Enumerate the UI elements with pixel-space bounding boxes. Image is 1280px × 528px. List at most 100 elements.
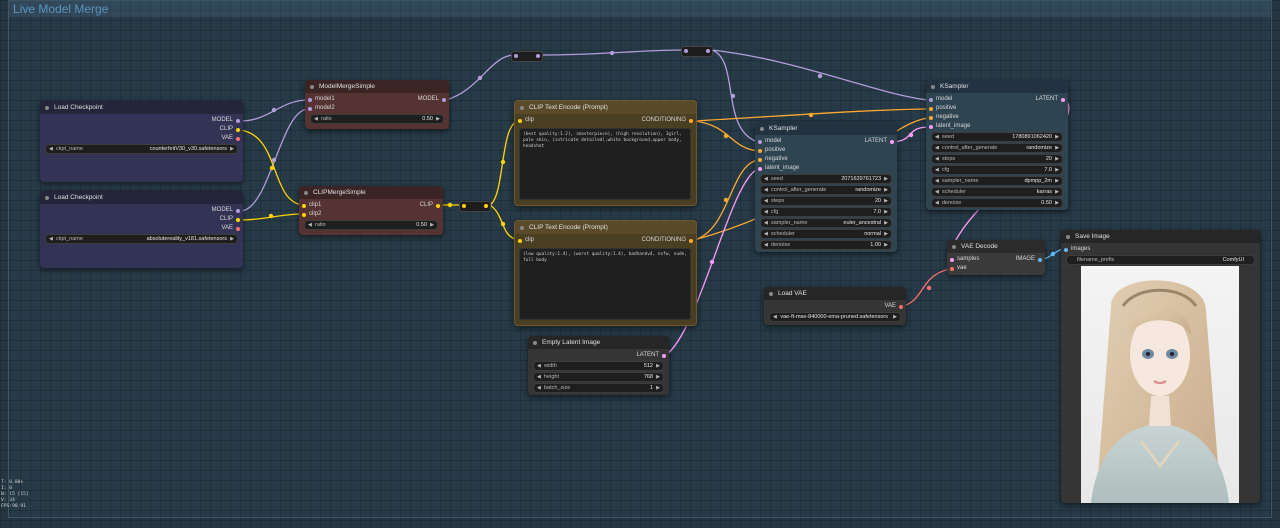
input-clip1[interactable]: clip1 bbox=[299, 201, 321, 210]
collapse-dot-icon[interactable] bbox=[520, 105, 524, 110]
increment-arrow-icon[interactable]: ▶ bbox=[893, 313, 897, 321]
input-pin[interactable] bbox=[518, 238, 522, 243]
decrement-arrow-icon[interactable]: ◀ bbox=[764, 208, 768, 216]
reroute-input-pin[interactable] bbox=[684, 49, 688, 53]
input-pin[interactable] bbox=[950, 257, 954, 262]
increment-arrow-icon[interactable]: ▶ bbox=[1055, 155, 1059, 163]
input-model1[interactable]: model1 bbox=[305, 95, 335, 104]
collapse-dot-icon[interactable] bbox=[520, 225, 524, 230]
decrement-arrow-icon[interactable]: ◀ bbox=[764, 219, 768, 227]
increment-arrow-icon[interactable]: ▶ bbox=[884, 230, 888, 238]
decrement-arrow-icon[interactable]: ◀ bbox=[935, 155, 939, 163]
input-pin[interactable] bbox=[518, 118, 522, 123]
increment-arrow-icon[interactable]: ▶ bbox=[884, 197, 888, 205]
reroute-output-pin[interactable] bbox=[706, 49, 710, 53]
output-conditioning[interactable]: CONDITIONING bbox=[642, 116, 696, 125]
output-pin[interactable] bbox=[442, 97, 446, 102]
reroute-node-model-2[interactable] bbox=[681, 46, 713, 57]
ratio-slider[interactable]: ◀ ratio 0.50 ▶ bbox=[304, 220, 438, 230]
output-pin[interactable] bbox=[436, 203, 440, 208]
output-pin[interactable] bbox=[689, 238, 693, 243]
decrement-arrow-icon[interactable]: ◀ bbox=[537, 373, 541, 381]
input-pin[interactable] bbox=[929, 97, 933, 102]
prompt-textarea[interactable]: (best quality:1.2), (masterpiece), (high… bbox=[519, 128, 691, 200]
collapse-dot-icon[interactable] bbox=[1066, 234, 1070, 239]
input-pin[interactable] bbox=[1064, 247, 1068, 252]
scheduler-widget[interactable]: ◀ scheduler normal ▶ bbox=[760, 229, 892, 239]
increment-arrow-icon[interactable]: ▶ bbox=[1055, 199, 1059, 207]
output-pin[interactable] bbox=[890, 139, 894, 144]
decrement-arrow-icon[interactable]: ◀ bbox=[935, 188, 939, 196]
output-pin[interactable] bbox=[236, 127, 240, 132]
decrement-arrow-icon[interactable]: ◀ bbox=[764, 175, 768, 183]
input-pin[interactable] bbox=[758, 157, 762, 162]
input-pin[interactable] bbox=[758, 139, 762, 144]
collapse-dot-icon[interactable] bbox=[533, 340, 537, 345]
prompt-textarea[interactable]: (low quality:1.4), (worst quality:1.4), … bbox=[519, 248, 691, 320]
increment-arrow-icon[interactable]: ▶ bbox=[436, 115, 440, 123]
node-title-bar[interactable]: CLIP Text Encode (Prompt) bbox=[515, 221, 696, 234]
input-pin[interactable] bbox=[308, 97, 312, 102]
input-clip[interactable]: clip bbox=[515, 236, 534, 245]
output-clip[interactable]: CLIP bbox=[420, 201, 443, 210]
increment-arrow-icon[interactable]: ▶ bbox=[656, 373, 660, 381]
increment-arrow-icon[interactable]: ▶ bbox=[884, 219, 888, 227]
filename-prefix-field[interactable]: filename_prefix ComfyUI bbox=[1066, 255, 1255, 265]
node-title-bar[interactable]: Load Checkpoint bbox=[40, 191, 243, 204]
input-pin[interactable] bbox=[929, 115, 933, 120]
output-conditioning[interactable]: CONDITIONING bbox=[642, 236, 696, 245]
decrement-arrow-icon[interactable]: ◀ bbox=[314, 115, 318, 123]
node-title-bar[interactable]: CLIPMergeSimple bbox=[299, 186, 443, 199]
node-title-bar[interactable]: Save Image bbox=[1061, 230, 1260, 243]
collapse-dot-icon[interactable] bbox=[952, 244, 956, 249]
collapse-dot-icon[interactable] bbox=[760, 126, 764, 131]
input-clip[interactable]: clip bbox=[515, 116, 534, 125]
output-model[interactable]: MODEL bbox=[212, 206, 243, 215]
decrement-arrow-icon[interactable]: ◀ bbox=[764, 230, 768, 238]
reroute-input-pin[interactable] bbox=[462, 204, 466, 208]
input-latent-image[interactable]: latent_image bbox=[926, 122, 970, 131]
decrement-arrow-icon[interactable]: ◀ bbox=[935, 166, 939, 174]
save-image-node[interactable]: Save Image images filename_prefix ComfyUI bbox=[1061, 230, 1260, 503]
node-title-bar[interactable]: CLIP Text Encode (Prompt) bbox=[515, 101, 696, 114]
decrement-arrow-icon[interactable]: ◀ bbox=[935, 133, 939, 141]
control-after-generate-widget[interactable]: ◀ control_after_generate randomize ▶ bbox=[760, 185, 892, 195]
input-pin[interactable] bbox=[929, 124, 933, 129]
cfg-widget[interactable]: ◀ cfg 7.0 ▶ bbox=[760, 207, 892, 217]
node-title-bar[interactable]: Load Checkpoint bbox=[40, 101, 243, 114]
control-after-generate-widget[interactable]: ◀ control_after_generate randomize ▶ bbox=[931, 143, 1063, 153]
height-number-widget[interactable]: ◀ height 768 ▶ bbox=[533, 372, 664, 382]
increment-arrow-icon[interactable]: ▶ bbox=[884, 208, 888, 216]
output-pin[interactable] bbox=[662, 353, 666, 358]
input-pin[interactable] bbox=[302, 212, 306, 217]
input-model[interactable]: model bbox=[755, 137, 781, 146]
node-title-bar[interactable]: KSampler bbox=[755, 122, 897, 135]
load-checkpoint-node-1[interactable]: Load Checkpoint MODEL CLIP VAE ◀ ckpt_nam… bbox=[40, 101, 243, 182]
increment-arrow-icon[interactable]: ▶ bbox=[430, 221, 434, 229]
input-samples[interactable]: samples bbox=[947, 255, 979, 264]
generated-image-preview[interactable] bbox=[1081, 266, 1239, 503]
decrement-arrow-icon[interactable]: ◀ bbox=[537, 384, 541, 392]
input-clip2[interactable]: clip2 bbox=[299, 210, 321, 219]
input-positive[interactable]: positive bbox=[755, 146, 785, 155]
input-negative[interactable]: negative bbox=[926, 113, 959, 122]
input-pin[interactable] bbox=[950, 266, 954, 271]
ratio-slider[interactable]: ◀ ratio 0.50 ▶ bbox=[310, 114, 444, 124]
output-pin[interactable] bbox=[236, 217, 240, 222]
input-images[interactable]: images bbox=[1061, 245, 1090, 254]
decrement-arrow-icon[interactable]: ◀ bbox=[537, 362, 541, 370]
seed-widget[interactable]: ◀ seed 1780891062420 ▶ bbox=[931, 132, 1063, 142]
input-positive[interactable]: positive bbox=[926, 104, 956, 113]
increment-arrow-icon[interactable]: ▶ bbox=[884, 175, 888, 183]
load-vae-node[interactable]: Load VAE VAE ◀ vae-ft-mse-840000-ema-prun… bbox=[764, 287, 906, 325]
node-title-bar[interactable]: KSampler bbox=[926, 80, 1068, 93]
input-pin[interactable] bbox=[758, 166, 762, 171]
node-title-bar[interactable]: Empty Latent Image bbox=[528, 336, 669, 349]
reroute-output-pin[interactable] bbox=[484, 204, 488, 208]
decrement-arrow-icon[interactable]: ◀ bbox=[49, 235, 53, 243]
steps-widget[interactable]: ◀ steps 20 ▶ bbox=[760, 196, 892, 206]
scheduler-widget[interactable]: ◀ scheduler karras ▶ bbox=[931, 187, 1063, 197]
output-vae[interactable]: VAE bbox=[884, 302, 906, 311]
input-model2[interactable]: model2 bbox=[305, 104, 335, 113]
output-pin[interactable] bbox=[1061, 97, 1065, 102]
